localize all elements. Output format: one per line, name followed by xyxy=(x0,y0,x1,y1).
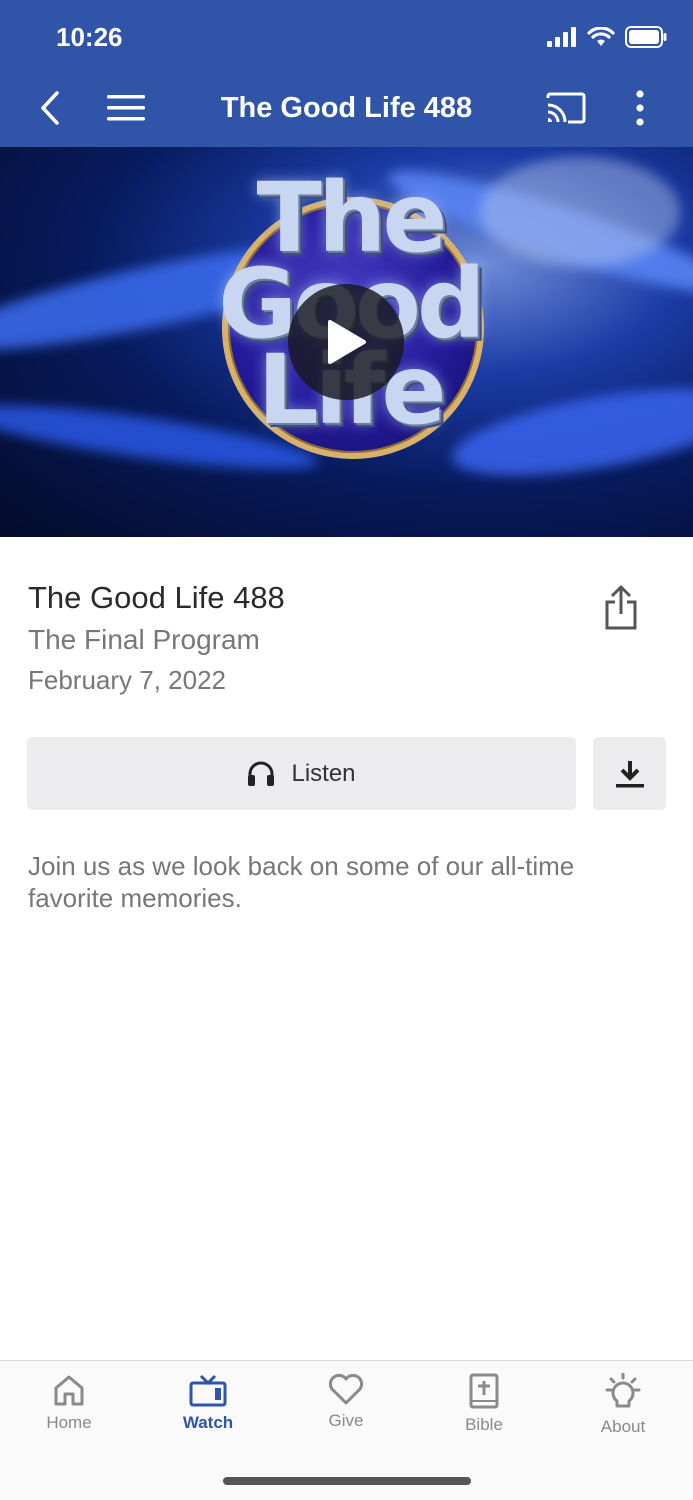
signal-icon xyxy=(547,27,576,47)
tab-bible[interactable]: Bible xyxy=(424,1373,544,1453)
listen-button[interactable]: Listen xyxy=(27,737,576,810)
hamburger-menu-icon xyxy=(107,95,145,121)
heart-icon xyxy=(328,1373,364,1405)
tab-about[interactable]: About xyxy=(563,1373,683,1453)
lightbulb-icon xyxy=(605,1373,641,1408)
episode-info: The Good Life 488 The Final Program Febr… xyxy=(28,578,593,700)
play-icon xyxy=(328,320,366,364)
tab-give[interactable]: Give xyxy=(286,1373,406,1453)
video-thumbnail[interactable]: The Good Life xyxy=(0,147,693,537)
play-button[interactable] xyxy=(288,284,404,400)
tab-watch[interactable]: Watch xyxy=(148,1373,268,1453)
app-header: 10:26 The Good Life 488 xyxy=(0,0,693,147)
status-time: 10:26 xyxy=(56,22,123,52)
wifi-icon xyxy=(587,27,615,46)
download-icon xyxy=(615,760,644,787)
more-options-button[interactable] xyxy=(612,80,668,136)
more-vertical-icon xyxy=(636,90,644,126)
tab-label-about: About xyxy=(600,1417,646,1436)
tab-label-bible: Bible xyxy=(465,1415,503,1434)
episode-description: Join us as we look back on some of our a… xyxy=(28,851,575,913)
status-icons xyxy=(547,26,667,48)
tv-icon xyxy=(189,1374,227,1407)
tab-home[interactable]: Home xyxy=(9,1373,129,1453)
cast-icon xyxy=(546,92,586,124)
home-indicator xyxy=(223,1477,471,1485)
tab-label-home: Home xyxy=(46,1413,92,1432)
battery-icon xyxy=(625,26,667,48)
episode-date: February 7, 2022 xyxy=(28,665,227,695)
share-icon xyxy=(605,585,637,630)
share-button[interactable] xyxy=(603,584,649,634)
cast-button[interactable] xyxy=(538,80,594,136)
light-glow xyxy=(480,157,680,267)
tab-label-give: Give xyxy=(328,1411,364,1430)
page-title: The Good Life 488 xyxy=(220,92,473,124)
back-button[interactable] xyxy=(22,80,78,136)
listen-label: Listen xyxy=(291,759,356,787)
chevron-left-icon xyxy=(41,91,59,125)
bible-icon xyxy=(469,1373,499,1409)
episode-title: The Good Life 488 xyxy=(28,580,285,615)
tab-label-watch: Watch xyxy=(182,1413,234,1432)
home-icon xyxy=(54,1375,84,1406)
headphones-icon xyxy=(248,761,275,786)
download-button[interactable] xyxy=(593,737,666,810)
episode-subtitle: The Final Program xyxy=(28,624,260,655)
menu-button[interactable] xyxy=(98,80,154,136)
